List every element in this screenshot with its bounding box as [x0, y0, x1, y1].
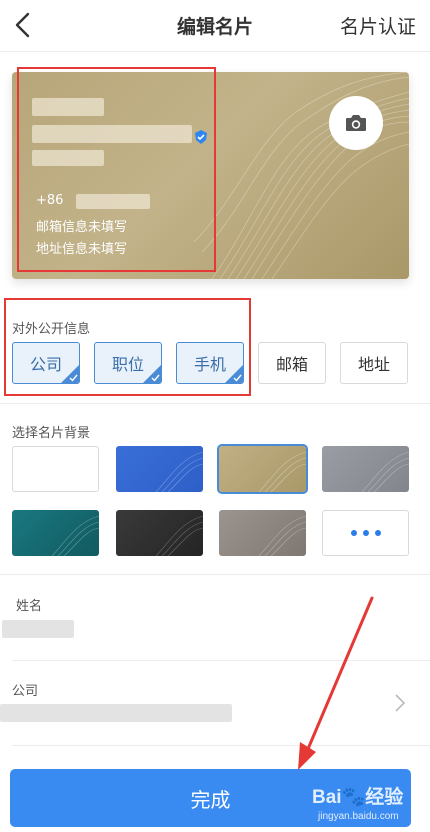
name-field-label: 姓名	[16, 599, 43, 614]
done-button[interactable]: 完成	[10, 769, 411, 827]
swatch-wave	[155, 515, 203, 556]
tag-email[interactable]: 邮箱	[258, 342, 326, 384]
field-divider	[12, 660, 430, 661]
more-backgrounds-button[interactable]	[322, 510, 409, 556]
company-field-label: 公司	[12, 684, 39, 699]
tag-label: 公司	[29, 355, 62, 374]
field-divider	[12, 745, 430, 746]
checkmark-corner-icon	[143, 365, 161, 383]
card-verify-link[interactable]: 名片认证	[340, 12, 416, 39]
public-info-label: 对外公开信息	[12, 322, 91, 337]
bg-swatch-blue[interactable]	[116, 446, 203, 492]
top-bar: 编辑名片 名片认证	[0, 0, 430, 52]
bg-swatch-teal[interactable]	[12, 510, 99, 556]
chevron-right-icon[interactable]	[394, 693, 406, 713]
company-field-value[interactable]	[0, 704, 232, 722]
blurred-title	[32, 125, 192, 143]
bg-swatch-gray[interactable]	[322, 446, 409, 492]
bg-swatch-gold[interactable]	[217, 444, 308, 494]
blurred-phone	[76, 194, 150, 209]
bg-swatch-white[interactable]	[12, 446, 99, 492]
blurred-company	[32, 150, 104, 166]
tag-label: 邮箱	[275, 355, 308, 374]
bg-swatch-warm-gray[interactable]	[219, 510, 306, 556]
chevron-left-icon	[15, 12, 30, 38]
verified-shield-icon	[195, 130, 207, 144]
change-photo-button[interactable]	[329, 96, 383, 150]
tag-label: 手机	[193, 355, 226, 374]
blurred-name	[32, 98, 104, 116]
business-card-preview: +86 邮箱信息未填写 地址信息未填写	[12, 72, 409, 279]
tag-label: 职位	[111, 355, 144, 374]
background-section-label: 选择名片背景	[12, 426, 91, 441]
back-button[interactable]	[8, 6, 44, 44]
tag-phone[interactable]: 手机	[176, 342, 244, 384]
swatch-wave	[258, 451, 306, 492]
more-dots-icon	[350, 530, 357, 536]
tag-position[interactable]: 职位	[94, 342, 162, 384]
swatch-wave	[155, 451, 203, 492]
checkmark-corner-icon	[225, 365, 243, 383]
checkmark-corner-icon	[61, 365, 79, 383]
swatch-wave	[258, 515, 306, 556]
tag-company[interactable]: 公司	[12, 342, 80, 384]
tag-label: 地址	[357, 355, 390, 374]
more-dots-icon	[362, 530, 369, 536]
swatch-wave	[361, 451, 409, 492]
more-dots-icon	[374, 530, 381, 536]
swatch-wave	[51, 515, 99, 556]
section-divider	[0, 403, 430, 404]
section-divider	[0, 574, 430, 575]
camera-icon	[346, 115, 366, 131]
bg-swatch-black[interactable]	[116, 510, 203, 556]
tag-address[interactable]: 地址	[340, 342, 408, 384]
name-field-value[interactable]	[2, 620, 74, 638]
